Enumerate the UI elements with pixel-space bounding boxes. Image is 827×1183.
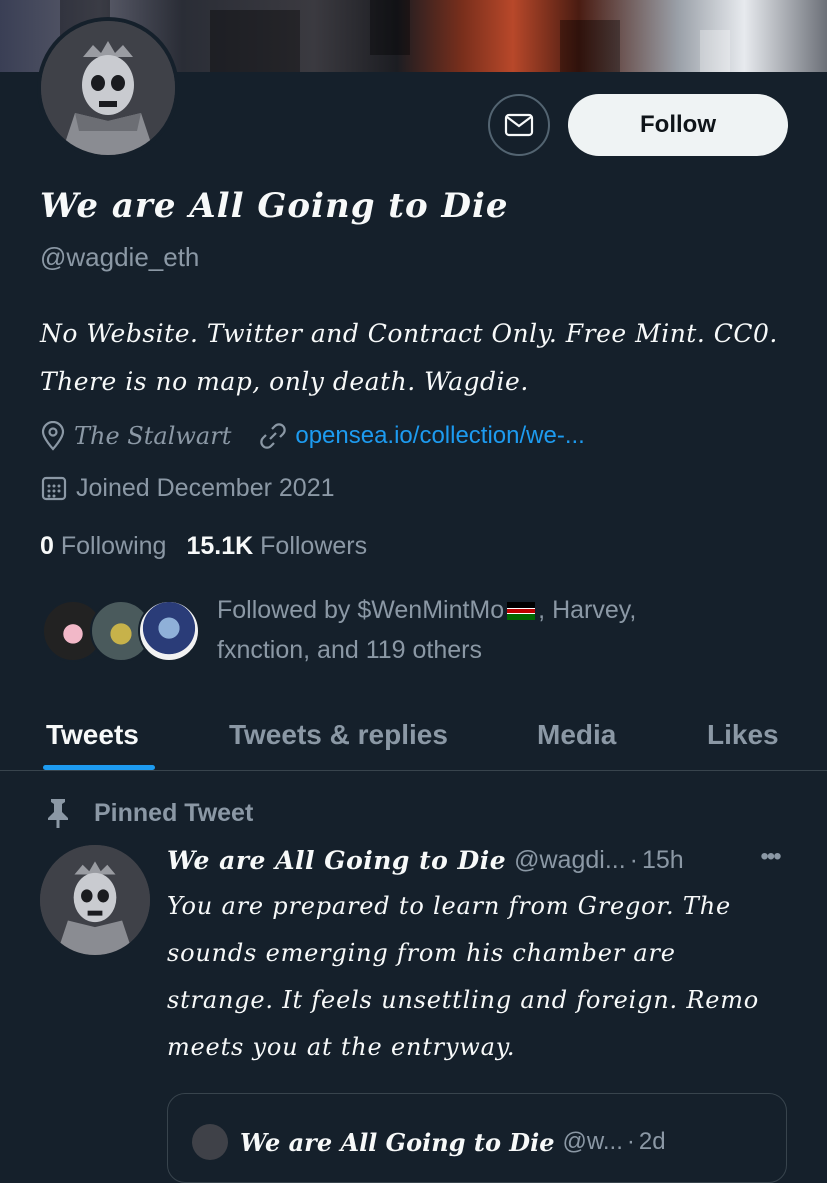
tweet-author-handle[interactable]: @wagdi...	[514, 846, 626, 875]
profile-bio: No Website. Twitter and Contract Only. F…	[40, 319, 778, 396]
followed-by-text[interactable]: Followed by $WenMintMo, Harvey, fxnction…	[217, 590, 777, 670]
calendar-icon	[41, 476, 67, 501]
follower-avatar	[138, 600, 200, 662]
envelope-icon	[504, 113, 534, 137]
follow-button[interactable]: Follow	[568, 94, 788, 156]
following-label: Following	[60, 531, 167, 560]
link-icon	[260, 423, 287, 449]
quoted-separator: ·	[626, 1128, 635, 1155]
quoted-author-name: We are All Going to Die	[240, 1127, 555, 1157]
profile-handle: @wagdie_eth	[40, 242, 200, 272]
followers-link[interactable]: 15.1K Followers	[186, 532, 367, 561]
tweet-header: We are All Going to Die @wagdi... · 15h	[167, 840, 797, 880]
location-pin-icon	[41, 421, 65, 451]
profile-avatar[interactable]	[37, 17, 179, 159]
skull-knight-avatar-image	[41, 21, 175, 155]
profile-tabs: Tweets Tweets & replies Media Likes	[0, 700, 827, 771]
profile-website-link[interactable]: opensea.io/collection/we-...	[295, 422, 585, 450]
tweet-author-name[interactable]: We are All Going to Die	[167, 846, 506, 875]
profile-location: The Stalwart	[74, 422, 232, 450]
tweet-author-avatar[interactable]	[40, 845, 150, 955]
quoted-tweet-header: We are All Going to Die @w... · 2d	[192, 1124, 772, 1160]
more-options-icon[interactable]: •••	[752, 843, 788, 870]
following-link[interactable]: 0 Following	[40, 532, 166, 561]
following-count: 0	[40, 531, 54, 560]
tweet-separator: ·	[629, 845, 638, 874]
followers-label: Followers	[260, 531, 368, 560]
profile-display-name: We are All Going to Die	[40, 186, 509, 226]
followed-by-avatars[interactable]	[42, 600, 202, 666]
kenya-flag-icon	[507, 602, 536, 621]
profile-meta-row: The Stalwart opensea.io/collection/we-..…	[40, 418, 585, 454]
tab-tweets[interactable]: Tweets	[46, 700, 139, 770]
tab-media[interactable]: Media	[537, 700, 616, 770]
active-tab-indicator	[43, 765, 155, 770]
tweet-timestamp[interactable]: 15h	[642, 846, 684, 875]
tab-likes[interactable]: Likes	[707, 700, 779, 770]
profile-joined-row: Joined December 2021	[40, 470, 335, 506]
profile-stats: 0 Following 15.1K Followers	[40, 528, 367, 564]
tweet-text: You are prepared to learn from Gregor. T…	[167, 892, 760, 1061]
quoted-author-handle: @w...	[562, 1128, 623, 1155]
quoted-author-avatar	[192, 1124, 228, 1160]
followers-count: 15.1K	[186, 531, 254, 560]
message-button[interactable]	[488, 94, 550, 156]
profile-joined-date: Joined December 2021	[76, 473, 335, 502]
pin-icon	[48, 799, 68, 828]
pinned-tweet-label: Pinned Tweet	[44, 795, 253, 831]
tab-tweets-and-replies[interactable]: Tweets & replies	[229, 700, 448, 770]
quoted-tweet[interactable]: We are All Going to Die @w... · 2d	[167, 1093, 787, 1183]
quoted-timestamp: 2d	[638, 1128, 666, 1155]
